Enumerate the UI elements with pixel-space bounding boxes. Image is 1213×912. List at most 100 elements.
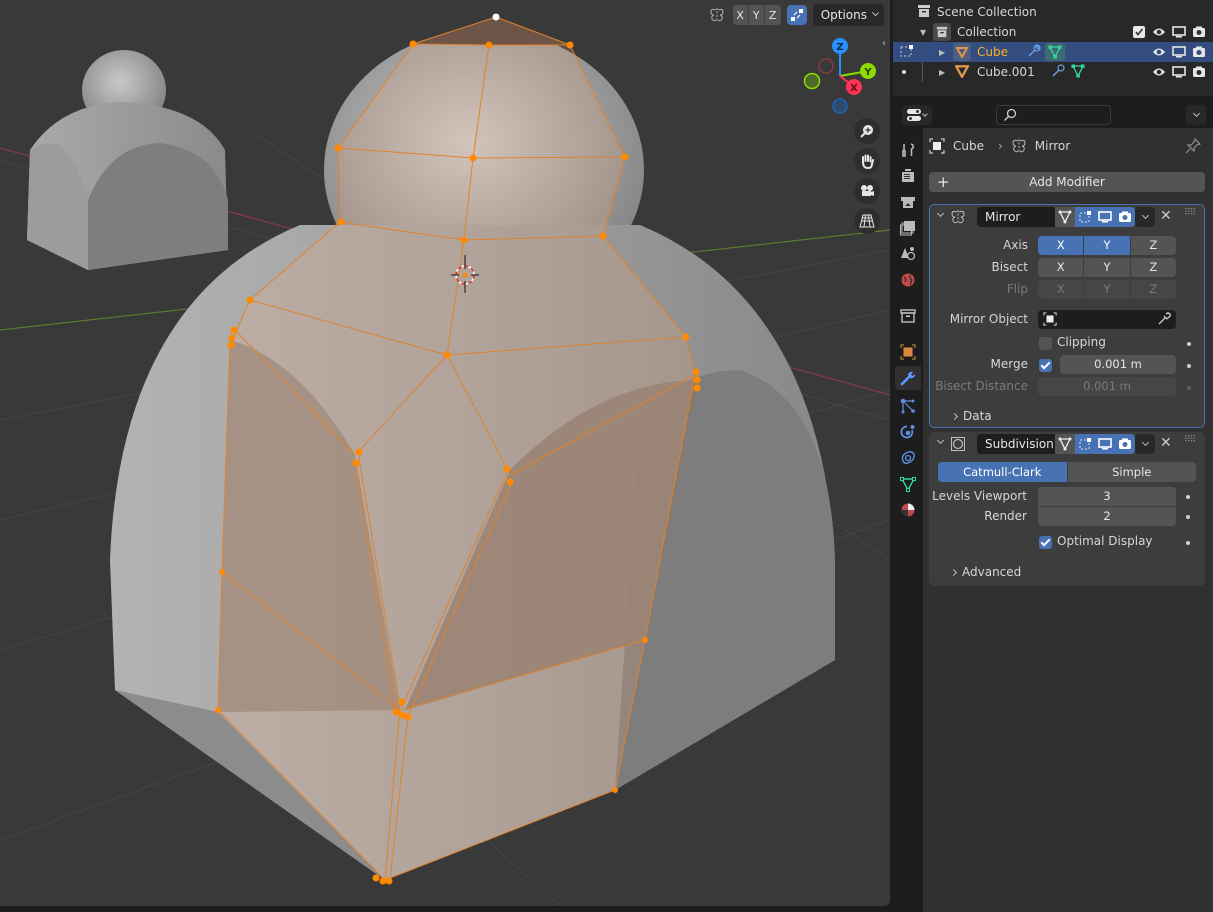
modifier-extras-dropdown[interactable] [1135,207,1155,227]
tab-material[interactable] [895,498,921,522]
wrench-modifier-icon[interactable] [1027,43,1041,61]
levels-viewport-field[interactable]: 3 [1038,487,1176,506]
render-camera-icon[interactable] [1191,64,1207,80]
add-modifier-button[interactable]: + Add Modifier [929,172,1205,192]
options-dropdown-button[interactable] [1186,105,1206,125]
merge-distance-field[interactable]: 0.001 m [1060,355,1176,374]
properties-search-input[interactable] [996,105,1111,125]
outliner-item-cube-001[interactable]: ▶ Cube.001 [893,62,1213,82]
tab-particles[interactable] [895,394,921,418]
mesh-data-icon[interactable] [1071,64,1085,81]
topology-mirror-toggle[interactable] [786,5,807,25]
drag-handle-icon[interactable]: ⠿⠿ [1184,208,1196,218]
axis-z-toggle[interactable]: Z [1130,236,1176,255]
render-toggle[interactable] [1115,434,1135,454]
tab-world[interactable] [895,268,921,292]
disclosure-triangle-down-icon[interactable]: ▼ [920,28,926,37]
tab-object-data[interactable] [895,472,921,496]
disclosure-triangle-right-icon[interactable]: ▶ [939,48,945,57]
monitor-icon[interactable] [1171,64,1187,80]
keyframe-dot-icon[interactable] [1186,495,1190,499]
collapse-chevron-icon[interactable] [936,436,945,445]
monitor-icon[interactable] [1171,24,1187,40]
edit-mode-toggle[interactable] [1055,207,1075,227]
merge-checkbox[interactable] [1039,359,1052,372]
flip-x-toggle[interactable]: X [1038,280,1085,299]
keyframe-dot-icon[interactable] [1186,541,1190,545]
mirror-object-field[interactable] [1038,310,1176,329]
render-toggle[interactable] [1115,207,1135,227]
tab-tool[interactable] [895,138,921,162]
drag-handle-icon[interactable]: ⠿⠿ [1184,435,1196,445]
bisect-y-toggle[interactable]: Y [1084,258,1131,277]
tab-output[interactable] [895,190,921,214]
bisect-x-toggle[interactable]: X [1038,258,1085,277]
subdivision-panel-header[interactable]: Subdivision ✕ ⠿⠿ [929,432,1205,456]
zoom-button[interactable] [854,118,880,144]
flip-y-toggle[interactable]: Y [1084,280,1131,299]
perspective-toggle-button[interactable] [854,208,880,234]
sidebar-toggle[interactable]: ‹ [882,38,890,58]
pan-button[interactable] [854,148,880,174]
render-camera-icon[interactable] [1191,24,1207,40]
on-cage-toggle[interactable] [1075,207,1095,227]
mirror-axis-x-toggle[interactable]: X [733,5,749,25]
keyframe-dot-icon[interactable] [1187,364,1191,368]
catmull-clark-option[interactable]: Catmull-Clark [938,462,1068,482]
tab-scene[interactable] [895,242,921,266]
options-dropdown[interactable]: Options [812,4,884,26]
eye-icon[interactable] [1151,64,1167,80]
bisect-distance-field[interactable]: 0.001 m [1038,377,1176,396]
outliner-collection[interactable]: ▼ Collection [893,22,1213,42]
object-mode-dot-icon[interactable] [902,70,906,74]
mirror-axis-z-toggle[interactable]: Z [765,5,781,25]
outliner-scene-collection[interactable]: Scene Collection [893,2,1213,22]
advanced-subpanel-toggle[interactable]: Advanced [949,565,1021,579]
navigation-gizmo[interactable]: Z Y X [800,36,880,116]
realtime-display-toggle[interactable] [1095,207,1115,227]
tab-collection[interactable] [895,304,921,328]
realtime-display-toggle[interactable] [1095,434,1115,454]
bisect-z-toggle[interactable]: Z [1130,258,1176,277]
monitor-icon[interactable] [1171,44,1187,60]
tab-view-layer[interactable] [895,216,921,240]
optimal-display-checkbox[interactable] [1039,536,1052,549]
collapse-chevron-icon[interactable] [936,209,945,218]
mirror-panel-header[interactable]: Mirror ✕ ⠿⠿ [930,205,1204,229]
keyframe-dot-icon[interactable] [1187,342,1191,346]
keyframe-dot-icon[interactable] [1186,515,1190,519]
eye-icon[interactable] [1151,24,1167,40]
modifier-extras-dropdown[interactable] [1135,434,1155,454]
data-subpanel-toggle[interactable]: Data [950,409,992,423]
wrench-modifier-icon[interactable] [1051,63,1065,81]
pin-icon[interactable] [1185,137,1202,157]
close-icon[interactable]: ✕ [1160,208,1172,224]
on-cage-toggle[interactable] [1075,434,1095,454]
mirror-axis-y-toggle[interactable]: Y [749,5,765,25]
flip-z-toggle[interactable]: Z [1130,280,1176,299]
tab-constraints[interactable] [895,446,921,470]
close-icon[interactable]: ✕ [1160,435,1172,451]
eye-icon[interactable] [1151,44,1167,60]
exclude-checkbox[interactable] [1131,24,1147,40]
clipping-checkbox[interactable] [1039,337,1052,350]
tab-render[interactable] [895,164,921,188]
axis-x-toggle[interactable]: X [1038,236,1085,255]
tab-object[interactable] [895,340,921,364]
tab-modifiers[interactable] [895,366,921,390]
outliner-item-cube[interactable]: ▶ Cube [893,42,1213,62]
axis-y-toggle[interactable]: Y [1084,236,1131,255]
render-camera-icon[interactable] [1191,44,1207,60]
edit-mode-icon[interactable] [899,44,915,61]
camera-view-button[interactable] [854,178,880,204]
tab-physics[interactable] [895,420,921,444]
edit-mode-toggle[interactable] [1055,434,1075,454]
simple-option[interactable]: Simple [1067,462,1196,482]
disclosure-triangle-right-icon[interactable]: ▶ [939,68,945,77]
subdivision-name-field[interactable]: Subdivision [977,434,1055,454]
editor-type-dropdown[interactable] [902,105,932,125]
render-levels-field[interactable]: 2 [1038,507,1176,526]
mesh-data-icon[interactable] [1045,43,1065,61]
3d-viewport[interactable]: X Y Z Options ‹ Z Y X [0,0,890,906]
viewport-scene[interactable] [0,0,890,906]
